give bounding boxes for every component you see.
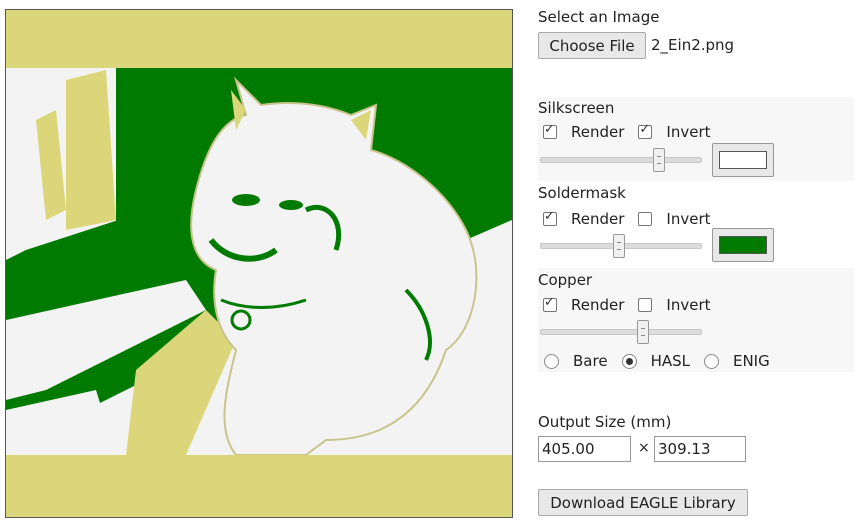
finish-hasl-label: HASL <box>650 352 690 370</box>
pcb-preview <box>5 9 513 518</box>
output-width-input[interactable] <box>538 436 631 462</box>
soldermask-invert-checkbox[interactable] <box>638 212 653 226</box>
choose-file-button[interactable]: Choose File <box>538 32 646 59</box>
finish-bare-radio[interactable] <box>544 353 559 369</box>
soldermask-invert-label: Invert <box>666 210 711 228</box>
silkscreen-invert-label: Invert <box>666 123 711 141</box>
copper-group: Copper Render Invert Bare HASL ENIG <box>538 268 854 372</box>
soldermask-color-picker[interactable] <box>712 228 774 262</box>
finish-enig-radio[interactable] <box>703 353 719 369</box>
finish-hasl-radio[interactable] <box>621 353 637 369</box>
times-sign: × <box>638 440 650 456</box>
silkscreen-threshold-slider[interactable] <box>540 148 702 172</box>
pcb-preview-image <box>6 10 512 517</box>
selected-file-name: 2_Ein2.png <box>651 36 735 54</box>
finish-enig-label: ENIG <box>732 352 770 370</box>
silkscreen-title: Silkscreen <box>538 99 615 117</box>
copper-render-checkbox[interactable] <box>543 295 557 312</box>
soldermask-title: Soldermask <box>538 184 626 202</box>
silkscreen-group: Silkscreen Render Invert <box>538 97 854 181</box>
finish-bare-label: Bare <box>573 352 608 370</box>
soldermask-threshold-thumb[interactable] <box>613 234 625 258</box>
select-image-heading: Select an Image <box>538 8 660 26</box>
silkscreen-color-swatch <box>719 151 767 169</box>
silkscreen-color-picker[interactable] <box>712 143 774 177</box>
silkscreen-render-checkbox[interactable] <box>543 122 557 139</box>
copper-threshold-slider[interactable] <box>540 320 702 344</box>
soldermask-threshold-slider[interactable] <box>540 234 702 258</box>
output-size-heading: Output Size (mm) <box>538 413 672 431</box>
soldermask-render-label: Render <box>571 210 625 228</box>
output-height-input[interactable] <box>654 436 746 462</box>
download-eagle-library-button[interactable]: Download EAGLE Library <box>538 489 748 516</box>
copper-invert-label: Invert <box>666 296 711 314</box>
silkscreen-invert-checkbox[interactable] <box>638 122 653 139</box>
copper-invert-checkbox[interactable] <box>638 298 653 312</box>
copper-title: Copper <box>538 271 593 289</box>
silkscreen-render-label: Render <box>571 123 625 141</box>
soldermask-render-checkbox[interactable] <box>543 209 557 226</box>
copper-render-label: Render <box>571 296 625 314</box>
soldermask-group: Soldermask Render Invert <box>538 182 854 266</box>
silkscreen-threshold-thumb[interactable] <box>653 148 665 172</box>
soldermask-color-swatch <box>719 236 767 254</box>
copper-threshold-thumb[interactable] <box>637 320 649 344</box>
